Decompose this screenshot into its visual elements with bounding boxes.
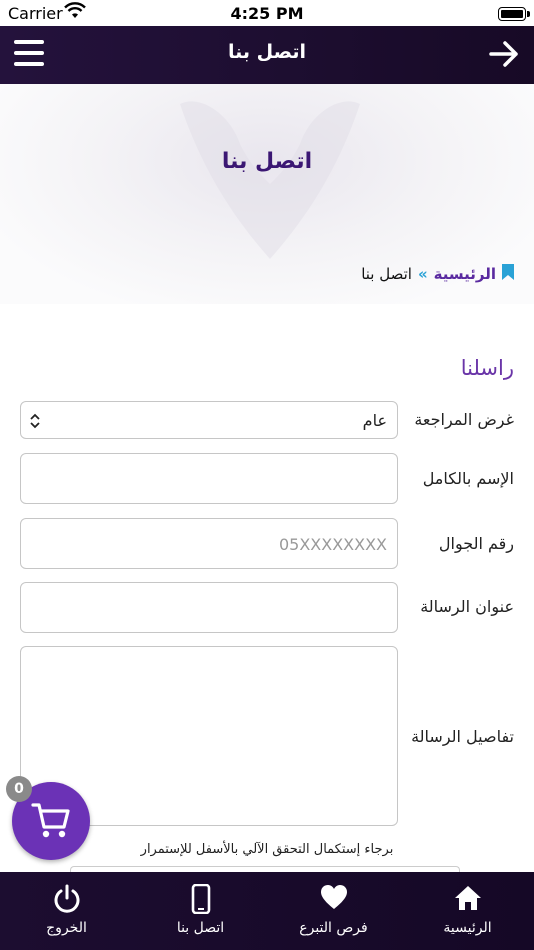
battery-icon: [498, 7, 530, 21]
bookmark-icon: [502, 264, 514, 284]
tab-contact-us[interactable]: اتصل بنا: [134, 872, 267, 950]
clock: 4:25 PM: [230, 4, 304, 23]
name-label: الإسم بالكامل: [422, 469, 514, 488]
subject-input[interactable]: [20, 582, 398, 633]
header-title: اتصل بنا: [228, 41, 306, 63]
top-navigation-bar: اتصل بنا: [0, 26, 534, 84]
mobile-label: رقم الجوال: [438, 534, 514, 553]
purpose-select[interactable]: عام: [20, 401, 398, 439]
phone-icon: [134, 884, 267, 914]
tab-contact-label: اتصل بنا: [176, 920, 225, 936]
heart-icon: [267, 884, 400, 914]
page-title: اتصل بنا: [221, 149, 313, 174]
tab-home[interactable]: الرئيسية: [401, 872, 534, 950]
hands-heart-image: [180, 101, 360, 259]
cart-count-badge: 0: [6, 776, 32, 802]
breadcrumb-home-link[interactable]: الرئيسية: [434, 265, 496, 283]
cart-icon: [31, 802, 71, 844]
tab-logout[interactable]: الخروج: [0, 872, 133, 950]
subject-label: عنوان الرسالة: [420, 597, 514, 616]
tab-donation-opportunities[interactable]: فرص التبرع: [267, 872, 400, 950]
details-label: تفاصيل الرسالة: [411, 727, 514, 746]
bottom-tab-bar: الرئيسية فرص التبرع اتصل بنا الخروج: [0, 872, 534, 950]
purpose-label: غرض المراجعة: [414, 410, 514, 429]
tab-donation-label: فرص التبرع: [299, 920, 368, 936]
tab-logout-label: الخروج: [46, 920, 87, 936]
form-title: راسلنا: [460, 356, 514, 380]
name-input[interactable]: [20, 453, 398, 504]
breadcrumb: الرئيسية » اتصل بنا: [361, 264, 514, 284]
select-arrows-icon: [29, 413, 41, 433]
power-icon: [0, 884, 133, 914]
back-arrow-icon[interactable]: [488, 40, 520, 72]
tab-home-label: الرئيسية: [443, 920, 492, 936]
breadcrumb-separator: »: [417, 265, 428, 283]
status-bar: Carrier 4:25 PM: [0, 0, 534, 26]
mobile-input[interactable]: 05XXXXXXXX: [20, 518, 398, 569]
mobile-placeholder: 05XXXXXXXX: [278, 535, 387, 554]
breadcrumb-current: اتصل بنا: [361, 265, 412, 283]
purpose-selected-value: عام: [362, 411, 387, 430]
home-icon: [401, 884, 534, 914]
